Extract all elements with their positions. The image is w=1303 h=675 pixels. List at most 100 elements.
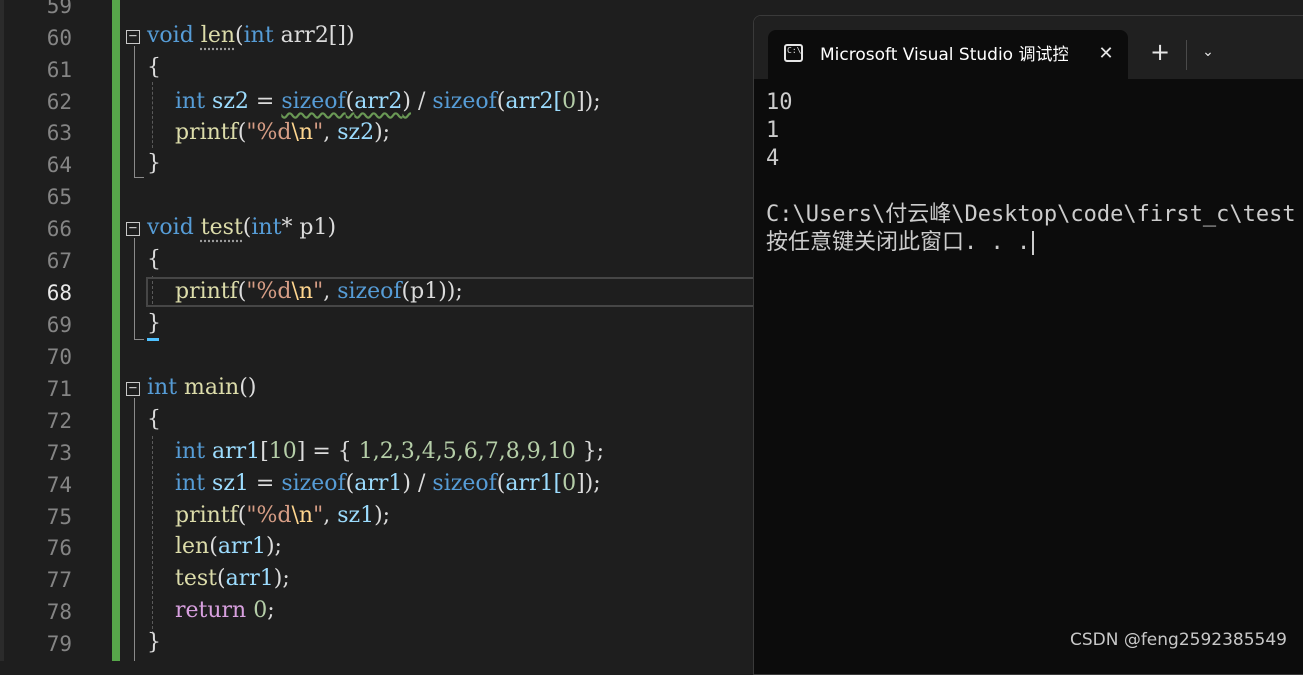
- code-line-63[interactable]: printf("%d\n", sz2);: [147, 117, 390, 149]
- punctuation: (): [239, 375, 257, 400]
- line-number: 73: [46, 441, 72, 465]
- line-number: 64: [46, 153, 72, 177]
- punctuation: (: [345, 89, 355, 114]
- line-number: 77: [46, 568, 72, 592]
- terminal-cursor: [1032, 231, 1035, 255]
- keyword: int: [147, 375, 178, 400]
- titlebar-divider: [1186, 40, 1187, 70]
- terminal-tab[interactable]: C:\ Microsoft Visual Studio 调试控制台 ✕: [768, 30, 1128, 79]
- code-line-62[interactable]: int sz2 = sizeof(arr2) / sizeof(arr2[0])…: [147, 86, 601, 118]
- line-number: 65: [46, 185, 72, 209]
- close-tab-icon[interactable]: ✕: [1094, 42, 1118, 66]
- punctuation: ,: [323, 279, 338, 304]
- brace: {: [147, 55, 161, 80]
- variable: arr1: [212, 439, 261, 464]
- line-number-gutter: 59 60 61 62 63 64 65 66 67 68 69 70 71 7…: [0, 0, 100, 661]
- keyword: void: [147, 23, 194, 48]
- punctuation: );: [265, 534, 282, 559]
- code-line-67[interactable]: {: [147, 244, 161, 276]
- code-line-72[interactable]: {: [147, 404, 161, 436]
- function-name: main: [184, 375, 240, 400]
- keyword: sizeof: [281, 471, 346, 496]
- debug-console-window[interactable]: C:\ Microsoft Visual Studio 调试控制台 ✕ + ⌄ …: [753, 15, 1303, 675]
- line-number: 59: [46, 0, 72, 18]
- punctuation: ] = {: [296, 439, 359, 464]
- terminal-tab-title: Microsoft Visual Studio 调试控制台: [820, 45, 1068, 65]
- code-line-75[interactable]: printf("%d\n", sz1);: [147, 500, 390, 532]
- code-line-79[interactable]: }: [147, 627, 161, 659]
- variable: sz2: [212, 89, 249, 114]
- punctuation: );: [273, 566, 290, 591]
- keyword: int: [174, 89, 206, 114]
- terminal-output-line: 1: [766, 118, 780, 143]
- variable: arr1[: [505, 471, 563, 496]
- code-line-68[interactable]: printf("%d\n", sizeof(p1));: [147, 276, 463, 308]
- terminal-output-line: 10: [766, 90, 793, 115]
- number: 0: [253, 598, 268, 623]
- keyword: int: [174, 471, 206, 496]
- line-number: 70: [46, 345, 72, 369]
- code-line-73[interactable]: int arr1[10] = { 1,2,3,4,5,6,7,8,9,10 };: [147, 436, 604, 468]
- fold-guide-main: [134, 398, 135, 661]
- variable: arr1: [354, 471, 403, 496]
- function-call: printf: [174, 279, 238, 304]
- variable: arr1: [217, 534, 266, 559]
- chevron-down-icon[interactable]: ⌄: [1196, 40, 1220, 64]
- string: ": [313, 279, 324, 304]
- punctuation: ): [345, 23, 355, 48]
- code-line-60[interactable]: void len(int arr2[]): [147, 20, 355, 52]
- variable: arr1: [225, 566, 274, 591]
- punctuation: ,: [323, 120, 338, 145]
- code-line-69[interactable]: }: [147, 308, 161, 340]
- watermark: CSDN @feng2592385549: [1069, 630, 1287, 650]
- number: 0: [562, 89, 577, 114]
- code-line-78[interactable]: return 0;: [147, 595, 275, 627]
- function-call: test: [174, 566, 217, 591]
- collapse-main-function-icon[interactable]: −: [126, 381, 140, 396]
- punctuation: ]);: [576, 471, 601, 496]
- string: ": [313, 503, 324, 528]
- keyword: int: [251, 215, 282, 240]
- function-call: len: [174, 534, 210, 559]
- terminal-titlebar[interactable]: C:\ Microsoft Visual Studio 调试控制台 ✕ + ⌄: [754, 16, 1303, 79]
- string: "%d: [246, 120, 292, 145]
- code-line-77[interactable]: test(arr1);: [147, 563, 290, 595]
- collapse-len-function-icon[interactable]: −: [126, 29, 140, 44]
- terminal-output-line: 4: [766, 146, 780, 171]
- keyword: sizeof: [337, 279, 402, 304]
- collapse-test-function-icon[interactable]: −: [126, 221, 140, 236]
- line-number: 72: [46, 409, 72, 433]
- punctuation: ,: [323, 503, 338, 528]
- code-line-71[interactable]: int main(): [147, 372, 256, 404]
- parameter: * p1: [281, 215, 328, 240]
- code-line-64[interactable]: }: [147, 148, 161, 180]
- function-name: len: [200, 23, 236, 48]
- punctuation: (: [345, 471, 355, 496]
- console-icon: C:\: [784, 44, 803, 62]
- line-number: 75: [46, 505, 72, 529]
- punctuation: (: [209, 534, 218, 559]
- punctuation: );: [374, 120, 391, 145]
- escape-sequence: \n: [291, 503, 314, 528]
- punctuation: (: [216, 566, 226, 591]
- line-number: 78: [46, 600, 72, 624]
- terminal-prompt-line: 按任意键关闭此窗口. . .: [766, 229, 1035, 257]
- punctuation: );: [374, 503, 391, 528]
- line-number: 66: [46, 217, 72, 241]
- line-number: 63: [46, 121, 72, 145]
- code-line-66[interactable]: void test(int* p1): [147, 212, 336, 244]
- keyword: int: [174, 439, 206, 464]
- variable: sz1: [337, 503, 375, 528]
- fold-guide-len: [134, 46, 135, 178]
- new-tab-icon[interactable]: +: [1148, 40, 1172, 64]
- variable: arr2[: [505, 89, 563, 114]
- code-line-76[interactable]: len(arr1);: [147, 531, 282, 563]
- line-number: 79: [46, 632, 72, 656]
- code-line-74[interactable]: int sz1 = sizeof(arr1) / sizeof(arr1[0])…: [147, 468, 601, 500]
- operator: /: [411, 89, 433, 114]
- code-line-61[interactable]: {: [147, 52, 161, 84]
- variable: sz2: [337, 120, 375, 145]
- brace: {: [147, 407, 161, 432]
- string: "%d: [246, 279, 292, 304]
- operator: =: [248, 471, 282, 496]
